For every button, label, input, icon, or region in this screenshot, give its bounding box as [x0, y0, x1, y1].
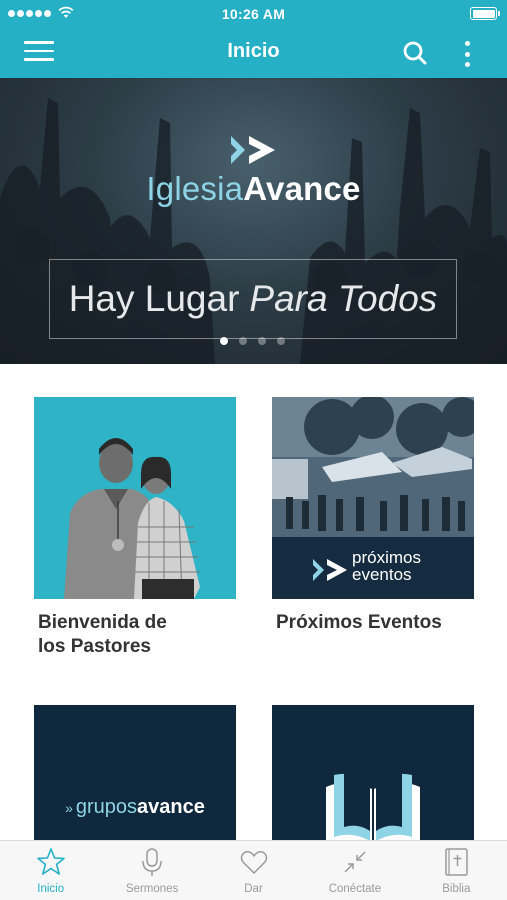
carousel-dot[interactable] — [239, 337, 247, 345]
tab-inicio[interactable]: Inicio — [0, 841, 101, 900]
search-icon[interactable] — [402, 40, 428, 66]
heart-icon — [240, 850, 267, 874]
tab-sermones[interactable]: Sermones — [101, 841, 202, 900]
carousel-dot[interactable] — [220, 337, 228, 345]
events-overlay-text: próximos eventos — [352, 549, 421, 583]
tab-label: Dar — [244, 883, 263, 895]
tab-conectate[interactable]: Conéctate — [304, 841, 405, 900]
tab-biblia[interactable]: Biblia — [406, 841, 507, 900]
pastors-couple-image — [64, 438, 200, 599]
battery-icon — [470, 7, 500, 20]
nav-bar: Inicio — [0, 26, 507, 78]
star-icon — [36, 848, 65, 875]
tagline-italic: Para Todos — [249, 278, 438, 319]
grupos-bold-text: avance — [137, 796, 205, 818]
tab-label: Biblia — [442, 883, 471, 895]
carousel-dot[interactable] — [277, 337, 285, 345]
card-proximos-eventos[interactable]: próximos eventos Próximos Eventos — [272, 397, 474, 635]
more-options-icon[interactable] — [460, 40, 474, 68]
microphone-icon — [142, 848, 162, 876]
status-time: 10:26 AM — [221, 6, 286, 22]
tagline-regular: Hay Lugar — [68, 278, 240, 319]
pastors-photo — [34, 397, 236, 599]
bottom-tab-bar: Inicio Sermones Dar Conéctate Biblia — [0, 840, 507, 900]
events-photo: próximos eventos — [272, 397, 474, 599]
grupos-avance-logo: » gruposavance — [34, 796, 236, 819]
card-label: Bienvenida de los Pastores — [38, 612, 167, 657]
tab-label: Sermones — [125, 883, 179, 895]
brand-wordmark: IglesiaAvance — [0, 170, 507, 208]
top-bar: 10:26 AM Inicio — [0, 0, 507, 78]
tab-label: Conéctate — [328, 883, 382, 895]
events-line-1: próximos — [352, 548, 421, 567]
tagline-box: Hay Lugar Para Todos — [49, 259, 457, 339]
hero-banner[interactable]: IglesiaAvance Hay Lugar Para Todos — [0, 78, 507, 364]
grupos-light-text: grupos — [75, 796, 138, 818]
status-bar: 10:26 AM — [0, 0, 507, 26]
arrows-in-icon — [344, 851, 366, 873]
brand-light-text: Iglesia — [146, 170, 244, 207]
events-overlay-band: próximos eventos — [272, 537, 474, 599]
iglesia-avance-logo-icon — [231, 136, 275, 164]
avance-arrows-icon — [313, 559, 347, 581]
bible-icon — [445, 848, 469, 876]
events-line-2: eventos — [352, 565, 412, 584]
page-title: Inicio — [227, 40, 280, 62]
brand-bold-text: Avance — [243, 170, 361, 207]
tab-dar[interactable]: Dar — [203, 841, 304, 900]
card-bienvenida-pastores[interactable]: Bienvenida de los Pastores — [34, 397, 236, 659]
carousel-dot[interactable] — [258, 337, 266, 345]
carousel-page-indicator[interactable] — [220, 337, 285, 345]
tab-label: Inicio — [37, 883, 65, 895]
card-label: Próximos Eventos — [276, 612, 442, 633]
double-chevron-icon: » — [65, 800, 73, 816]
